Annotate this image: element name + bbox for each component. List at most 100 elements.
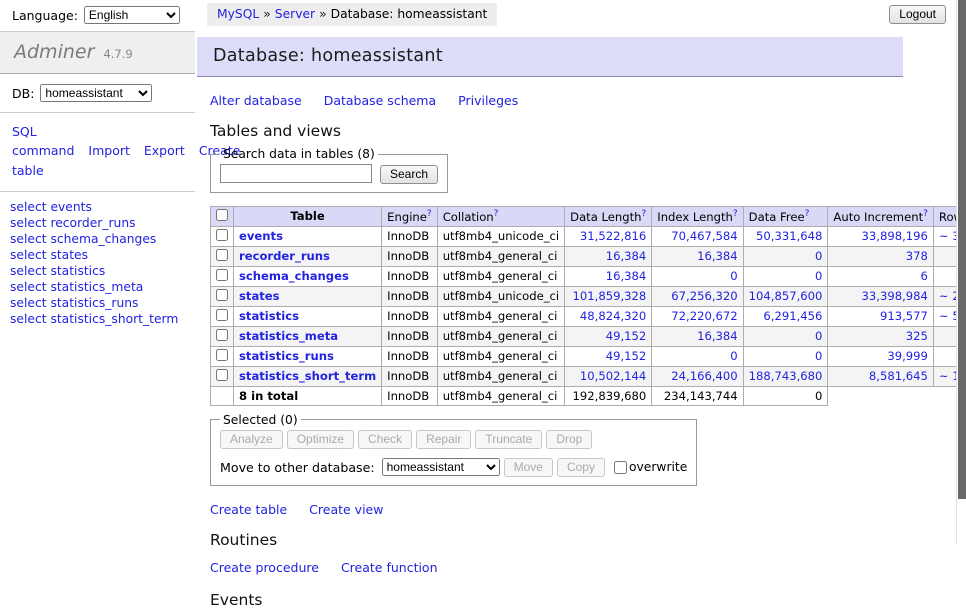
data-free-link[interactable]: 104,857,600: [749, 289, 823, 303]
auto-increment-link[interactable]: 8,581,645: [869, 369, 928, 383]
column-help-link[interactable]: ?: [494, 209, 499, 219]
sidebar-action-link[interactable]: Export: [144, 143, 185, 158]
app-version[interactable]: 4.7.9: [103, 47, 132, 61]
table-name-link[interactable]: events: [239, 229, 283, 243]
data-free-link[interactable]: 50,331,648: [756, 229, 822, 243]
auto-increment-link[interactable]: 33,898,196: [862, 229, 928, 243]
table-name-cell: recorder_runs: [234, 246, 382, 266]
data-free-link[interactable]: 6,291,456: [763, 309, 822, 323]
row-checkbox[interactable]: [216, 349, 228, 361]
data-free-link[interactable]: 188,743,680: [749, 369, 823, 383]
data-length-link[interactable]: 49,152: [606, 329, 647, 343]
data-length-link[interactable]: 31,522,816: [580, 229, 646, 243]
table-name-link[interactable]: statistics_runs: [239, 349, 334, 363]
table-name-link[interactable]: schema_changes: [239, 269, 349, 283]
repair-button[interactable]: Repair: [416, 430, 471, 449]
search-input[interactable]: [220, 164, 372, 183]
table-name-link[interactable]: statistics_meta: [239, 329, 338, 343]
overwrite-checkbox[interactable]: [614, 461, 627, 474]
sidebar-table-link[interactable]: select statistics_short_term: [10, 313, 187, 327]
column-header: Data Free?: [743, 206, 828, 226]
table-row: statesInnoDButf8mb4_unicode_ci101,859,32…: [211, 286, 966, 306]
data-length-link[interactable]: 48,824,320: [580, 309, 646, 323]
column-help-link[interactable]: ?: [805, 209, 810, 219]
auto-increment-link[interactable]: 913,577: [880, 309, 928, 323]
data-free-link[interactable]: 0: [815, 249, 822, 263]
create-link[interactable]: Create table: [210, 502, 287, 517]
total-collation-cell: utf8mb4_general_ci: [437, 386, 564, 405]
sidebar-table-link[interactable]: select statistics_meta: [10, 281, 187, 295]
auto-increment-link[interactable]: 39,999: [887, 349, 928, 363]
data-free-link[interactable]: 0: [815, 329, 822, 343]
row-checkbox[interactable]: [216, 309, 228, 321]
row-checkbox[interactable]: [216, 269, 228, 281]
sidebar-table-link[interactable]: select events: [10, 201, 187, 215]
data-free-link[interactable]: 0: [815, 269, 822, 283]
table-name-link[interactable]: recorder_runs: [239, 249, 330, 263]
row-checkbox[interactable]: [216, 289, 228, 301]
select-all-checkbox[interactable]: [216, 209, 228, 221]
data-length-link[interactable]: 101,859,328: [573, 289, 647, 303]
data-length-link[interactable]: 49,152: [606, 349, 647, 363]
check-button[interactable]: Check: [358, 430, 412, 449]
routine-create-link[interactable]: Create function: [341, 560, 438, 575]
move-button[interactable]: Move: [504, 458, 553, 477]
auto-increment-link[interactable]: 325: [906, 329, 928, 343]
optimize-button[interactable]: Optimize: [287, 430, 354, 449]
breadcrumb-link[interactable]: MySQL: [217, 7, 259, 21]
sidebar-table-link[interactable]: select schema_changes: [10, 233, 187, 247]
index-length-link[interactable]: 16,384: [697, 249, 738, 263]
sidebar-action-link[interactable]: SQL command: [12, 124, 74, 158]
auto-increment-link[interactable]: 6: [921, 269, 928, 283]
index-length-link[interactable]: 72,220,672: [671, 309, 737, 323]
column-help-link[interactable]: ?: [733, 209, 738, 219]
data-length-link[interactable]: 16,384: [606, 269, 647, 283]
drop-button[interactable]: Drop: [546, 430, 592, 449]
index-length-link[interactable]: 67,256,320: [671, 289, 737, 303]
move-db-select[interactable]: homeassistant: [382, 458, 500, 476]
breadcrumb-link[interactable]: Server: [275, 7, 315, 21]
table-name-link[interactable]: statistics: [239, 309, 299, 323]
database-action-link[interactable]: Privileges: [458, 93, 518, 108]
sidebar-table-link[interactable]: select statistics_runs: [10, 297, 187, 311]
copy-button[interactable]: Copy: [557, 458, 605, 477]
auto-increment-link[interactable]: 33,398,984: [862, 289, 928, 303]
scrollbar-thumb[interactable]: [958, 0, 966, 499]
row-checkbox[interactable]: [216, 229, 228, 241]
row-checkbox[interactable]: [216, 369, 228, 381]
index-length-link[interactable]: 16,384: [697, 329, 738, 343]
sidebar-table-link[interactable]: select recorder_runs: [10, 217, 187, 231]
search-button[interactable]: Search: [380, 165, 438, 184]
column-help-link[interactable]: ?: [427, 209, 432, 219]
data-free-link[interactable]: 0: [815, 349, 822, 363]
database-action-link[interactable]: Alter database: [210, 93, 302, 108]
column-help-link[interactable]: ?: [923, 209, 928, 219]
column-header-label: Auto Increment: [833, 209, 923, 223]
sidebar-table-link[interactable]: select statistics: [10, 265, 187, 279]
routine-create-link[interactable]: Create procedure: [210, 560, 319, 575]
index-length-link[interactable]: 0: [730, 349, 737, 363]
data-free-cell: 0: [743, 266, 828, 286]
index-length-link[interactable]: 0: [730, 269, 737, 283]
index-length-link[interactable]: 24,166,400: [671, 369, 737, 383]
sidebar-actions: SQL commandImportExportCreate table: [0, 113, 195, 192]
selected-legend: Selected (0): [220, 413, 301, 427]
row-checkbox[interactable]: [216, 329, 228, 341]
create-link[interactable]: Create view: [309, 502, 383, 517]
column-help-link[interactable]: ?: [642, 209, 647, 219]
row-checkbox[interactable]: [216, 249, 228, 261]
database-action-link[interactable]: Database schema: [324, 93, 436, 108]
table-name-link[interactable]: statistics_short_term: [239, 369, 376, 383]
data-length-link[interactable]: 16,384: [606, 249, 647, 263]
sidebar-table-link[interactable]: select states: [10, 249, 187, 263]
data-length-link[interactable]: 10,502,144: [580, 369, 646, 383]
language-select[interactable]: English: [84, 6, 180, 24]
db-select[interactable]: homeassistant: [40, 84, 152, 102]
sidebar-action-link[interactable]: Import: [88, 143, 130, 158]
analyze-button[interactable]: Analyze: [220, 430, 283, 449]
logout-button[interactable]: Logout: [889, 5, 946, 24]
truncate-button[interactable]: Truncate: [475, 430, 542, 449]
table-name-link[interactable]: states: [239, 289, 280, 303]
index-length-link[interactable]: 70,467,584: [671, 229, 737, 243]
auto-increment-link[interactable]: 378: [906, 249, 928, 263]
